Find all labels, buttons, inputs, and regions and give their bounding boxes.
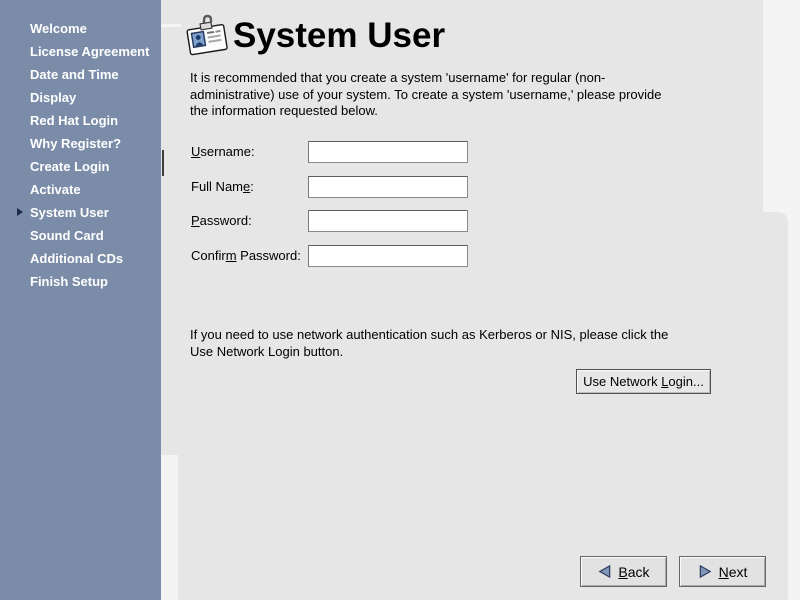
button-label: Back (618, 564, 649, 580)
wizard-steps-sidebar: Welcome License Agreement Date and Time … (0, 0, 161, 600)
form-row-username: Username: (191, 141, 255, 163)
password-input[interactable] (308, 210, 468, 232)
intro-paragraph: It is recommended that you create a syst… (190, 70, 710, 120)
sidebar-item-label: System User (30, 205, 109, 220)
label-mnemonic: P (191, 213, 200, 228)
username-input[interactable] (308, 141, 468, 163)
current-step-arrow-icon (17, 208, 23, 216)
sidebar-item-label: Additional CDs (30, 251, 123, 266)
sidebar-item-activate[interactable]: Activate (0, 178, 161, 201)
content-panel-bottom (178, 212, 788, 600)
username-label: Username: (191, 141, 255, 163)
wizard-step-list: Welcome License Agreement Date and Time … (0, 17, 161, 293)
sidebar-item-system-user[interactable]: System User (0, 201, 161, 224)
full-name-label: Full Name: (191, 176, 254, 198)
full-name-input[interactable] (308, 176, 468, 198)
sidebar-item-label: Activate (30, 182, 81, 197)
next-arrow-icon (698, 564, 713, 579)
label-mnemonic: m (226, 248, 237, 263)
sidebar-item-label: Why Register? (30, 136, 121, 151)
sidebar-item-sound-card[interactable]: Sound Card (0, 224, 161, 247)
sidebar-item-label: Display (30, 90, 76, 105)
label-text: sername: (200, 144, 254, 159)
button-mnemonic: N (719, 564, 729, 580)
back-arrow-icon (597, 564, 612, 579)
sidebar-item-label: Welcome (30, 21, 87, 36)
button-mnemonic: B (618, 564, 627, 580)
sidebar-item-additional-cds[interactable]: Additional CDs (0, 247, 161, 270)
label-mnemonic: U (191, 144, 200, 159)
form-row-password: Password: (191, 210, 252, 232)
sidebar-item-label: Sound Card (30, 228, 104, 243)
sidebar-item-license-agreement[interactable]: License Agreement (0, 40, 161, 63)
button-text: ext (729, 564, 748, 580)
sidebar-item-label: Finish Setup (30, 274, 108, 289)
confirm-password-label: Confirm Password: (191, 245, 301, 267)
back-button[interactable]: Back (580, 556, 667, 587)
network-auth-line: If you need to use network authenticatio… (190, 326, 710, 343)
form-row-full-name: Full Name: (191, 176, 254, 198)
theme-tick-decoration (162, 150, 164, 176)
label-text: Full Nam (191, 179, 243, 194)
sidebar-item-date-and-time[interactable]: Date and Time (0, 63, 161, 86)
sidebar-item-label: Create Login (30, 159, 109, 174)
intro-line: administrative) use of your system. To c… (190, 87, 710, 104)
network-auth-paragraph: If you need to use network authenticatio… (190, 326, 710, 360)
button-text: ogin... (668, 374, 703, 389)
form-row-confirm-password: Confirm Password: (191, 245, 301, 267)
sidebar-item-why-register[interactable]: Why Register? (0, 132, 161, 155)
password-label: Password: (191, 210, 252, 232)
sidebar-item-label: Red Hat Login (30, 113, 118, 128)
sidebar-item-welcome[interactable]: Welcome (0, 17, 161, 40)
sidebar-item-label: License Agreement (30, 44, 149, 59)
intro-line: the information requested below. (190, 103, 710, 120)
sidebar-item-red-hat-login[interactable]: Red Hat Login (0, 109, 161, 132)
network-auth-line: Use Network Login button. (190, 343, 710, 360)
label-text: Password: (237, 248, 301, 263)
button-text: Use Network (583, 374, 661, 389)
button-text: ack (628, 564, 650, 580)
button-label: Next (719, 564, 748, 580)
label-text: assword: (200, 213, 252, 228)
page-title: System User (233, 14, 445, 58)
confirm-password-input[interactable] (308, 245, 468, 267)
theme-dash-decoration (161, 24, 181, 27)
label-text: Confir (191, 248, 226, 263)
intro-line: It is recommended that you create a syst… (190, 70, 710, 87)
label-text: : (250, 179, 254, 194)
setup-wizard-window: Welcome License Agreement Date and Time … (0, 0, 800, 600)
next-button[interactable]: Next (679, 556, 766, 587)
id-badge-icon (184, 12, 232, 62)
sidebar-item-finish-setup[interactable]: Finish Setup (0, 270, 161, 293)
sidebar-item-label: Date and Time (30, 67, 119, 82)
use-network-login-button[interactable]: Use Network Login... (576, 369, 711, 394)
sidebar-item-create-login[interactable]: Create Login (0, 155, 161, 178)
sidebar-item-display[interactable]: Display (0, 86, 161, 109)
